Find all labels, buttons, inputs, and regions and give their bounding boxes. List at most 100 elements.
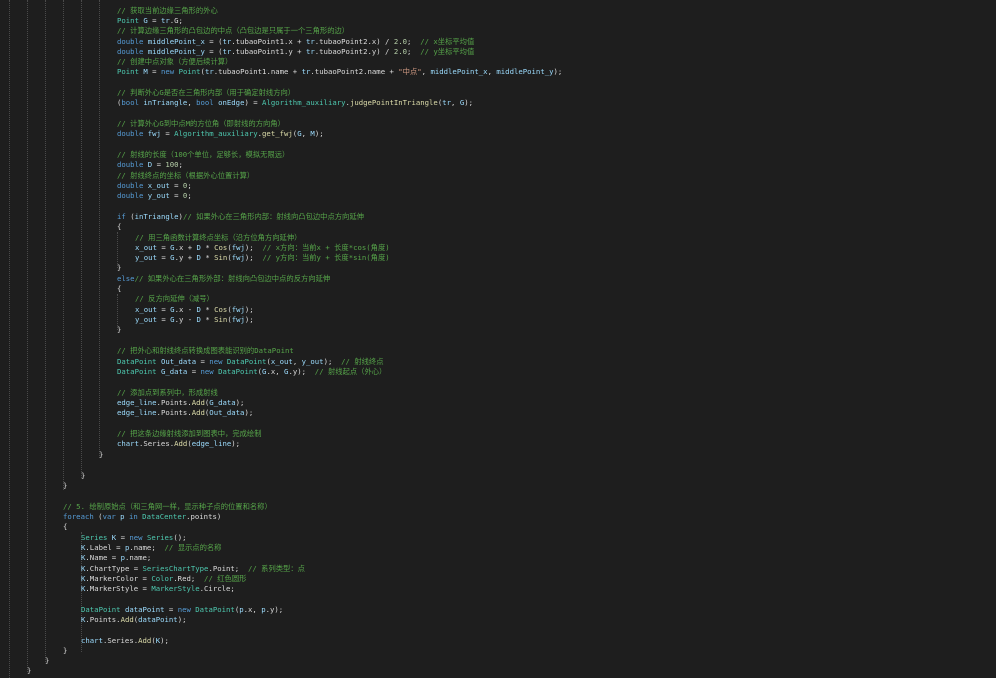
code-line[interactable]: } (117, 263, 121, 273)
code-token-plain: } (81, 471, 86, 480)
code-token-plain: = (116, 533, 130, 542)
code-line[interactable]: Point G = tr.G; (117, 16, 183, 26)
code-token-local: fwj (231, 305, 245, 314)
code-line[interactable]: // 获取当前边缘三角形的外心 (117, 6, 218, 16)
code-line[interactable]: y_out = G.y - D * Sin(fwj); (135, 315, 254, 325)
code-token-method: Cos (214, 243, 228, 252)
code-line[interactable]: edge_line.Points.Add(Out_data); (117, 408, 253, 418)
code-line[interactable]: Series K = new Series(); (81, 533, 187, 543)
code-token-plain: { (117, 284, 122, 293)
code-line[interactable]: K.Points.Add(dataPoint); (81, 615, 187, 625)
code-token-keyword: new (160, 67, 175, 76)
code-line[interactable]: if (inTriangle)// 如果外心在三角形内部：射线向凸包边中点方向延… (117, 212, 364, 222)
code-token-plain: = ( (204, 37, 223, 46)
code-line[interactable]: // 射线的长度（100个单位，足够长，模拟无限远） (117, 150, 289, 160)
code-token-plain: = (156, 305, 171, 314)
code-line[interactable]: { (117, 284, 121, 294)
code-line[interactable]: } (27, 666, 31, 676)
code-line[interactable]: y_out = G.y + D * Sin(fwj); // y方向：当前y +… (135, 253, 390, 263)
code-line[interactable]: chart.Series.Add(K); (81, 636, 169, 646)
code-token-local: fwj (231, 253, 245, 262)
code-line[interactable]: double middlePoint_x = (tr.tubaoPoint1.x… (117, 37, 474, 47)
code-line[interactable]: // 计算边缘三角形的凸包边的中点（凸包边是只属于一个三角形的边） (117, 26, 349, 36)
code-token-plain: = (156, 253, 171, 262)
code-line[interactable]: } (117, 325, 121, 335)
code-token-comment: // 用三角函数计算终点坐标（沿方位角方向延伸） (135, 233, 302, 242)
code-token-plain: = ( (204, 47, 223, 56)
code-token-method: get_fwj (262, 129, 293, 138)
code-line[interactable]: double D = 100; (117, 160, 183, 170)
code-line[interactable]: // 射线终点的坐标（根据外心位置计算） (117, 171, 254, 181)
code-line[interactable]: double y_out = 0; (117, 191, 192, 201)
code-line[interactable]: edge_line.Points.Add(G_data); (117, 398, 244, 408)
code-token-comment: // 射线终点 (341, 357, 384, 366)
code-token-plain: ); (235, 398, 245, 407)
code-token-keyword: in (128, 512, 138, 521)
code-token-plain: ; (407, 47, 421, 56)
code-line[interactable]: foreach (var p in DataCenter.points) (63, 512, 221, 522)
code-token-keyword: var (102, 512, 116, 521)
code-line[interactable]: chart.Series.Add(edge_line); (117, 439, 240, 449)
code-line[interactable]: // 创建中点对象（方便后续计算） (117, 57, 232, 67)
code-token-number: 2.0 (393, 47, 408, 56)
code-token-type: Point (117, 16, 139, 25)
code-line[interactable]: DataPoint dataPoint = new DataPoint(p.x,… (81, 605, 283, 615)
code-token-plain: * (200, 243, 215, 252)
code-line[interactable]: // 把这条边缘射线添加到图表中，完成绘制 (117, 429, 262, 439)
code-line[interactable]: } (99, 450, 103, 460)
code-token-plain: ); (314, 129, 324, 138)
code-token-plain: ); (231, 439, 241, 448)
code-line[interactable]: { (63, 522, 67, 532)
code-line[interactable]: // 计算外心G到中点M的方位角（即射线的方向角） (117, 119, 285, 129)
code-token-plain: .name; (124, 553, 152, 562)
code-line[interactable]: // 添加点到系列中，形成射线 (117, 388, 218, 398)
code-line[interactable]: K.Label = p.name; // 显示点的名称 (81, 543, 221, 553)
code-line[interactable]: double fwj = Algorithm_auxiliary.get_fwj… (117, 129, 324, 139)
code-line[interactable]: double x_out = 0; (117, 181, 192, 191)
code-token-plain: = (196, 357, 210, 366)
code-line[interactable]: K.MarkerColor = Color.Red; // 红色圆形 (81, 574, 246, 584)
code-line[interactable]: K.ChartType = SeriesChartType.Point; // … (81, 564, 305, 574)
code-token-type: DataPoint (218, 367, 258, 376)
code-line[interactable]: } (63, 481, 67, 491)
indent-guide (63, 0, 64, 490)
code-line[interactable]: x_out = G.x + D * Cos(fwj); // x方向：当前x +… (135, 243, 390, 253)
code-token-plain: .Points. (156, 408, 192, 417)
code-line[interactable]: DataPoint G_data = new DataPoint(G.x, G.… (117, 367, 386, 377)
code-line[interactable]: double middlePoint_y = (tr.tubaoPoint1.y… (117, 47, 474, 57)
code-line[interactable]: (bool inTriangle, bool onEdge) = Algorit… (117, 98, 473, 108)
code-line[interactable]: Point M = new Point(tr.tubaoPoint1.name … (117, 67, 562, 77)
code-token-keyword: new (209, 357, 223, 366)
code-token-keyword: if (117, 212, 126, 221)
code-line[interactable]: DataPoint Out_data = new DataPoint(x_out… (117, 357, 384, 367)
code-line[interactable]: // 判断外心G是否在三角形内部（用于确定射线方向） (117, 88, 295, 98)
code-line[interactable]: K.MarkerStyle = MarkerStyle.Circle; (81, 584, 235, 594)
code-token-plain: } (27, 666, 32, 675)
code-token-plain: .Series. (138, 439, 175, 448)
code-line[interactable]: // 反方向延伸（减号） (135, 294, 214, 304)
code-token-plain: .x - (174, 305, 197, 314)
code-line[interactable]: x_out = G.x - D * Cos(fwj); (135, 305, 254, 315)
code-token-type: Point (178, 67, 201, 76)
code-token-comment: // y坐标平均值 (420, 47, 475, 56)
code-line[interactable]: // 用三角函数计算终点坐标（沿方位角方向延伸） (135, 233, 301, 243)
code-line[interactable]: // 5. 绘制原始点（和三角网一样，显示种子点的位置和名称） (63, 502, 272, 512)
code-token-local: fwj (231, 315, 245, 324)
code-token-keyword: double (117, 181, 144, 190)
code-token-plain: = (152, 160, 166, 169)
code-line[interactable]: } (45, 656, 49, 666)
code-line[interactable]: } (81, 471, 85, 481)
code-token-plain: { (63, 522, 68, 531)
code-token-plain: ; (187, 181, 192, 190)
code-token-type: DataPoint (117, 367, 157, 376)
code-token-local: Out_data (209, 408, 245, 417)
code-line[interactable]: { (117, 222, 121, 232)
code-line[interactable]: else// 如果外心在三角形外部：射线向凸包边中点的反方向延伸 (117, 274, 330, 284)
code-line[interactable]: } (63, 646, 67, 656)
code-line[interactable]: // 把外心和射线终点转换成图表能识别的DataPoint (117, 346, 294, 356)
code-token-plain: .G; (169, 16, 183, 25)
code-editor[interactable]: // 获取当前边缘三角形的外心 Point G = tr.G;// 计算边缘三角形… (0, 0, 996, 678)
code-token-plain: .tubaoPoint1.y + (231, 47, 306, 56)
code-token-type: DataCenter (142, 512, 187, 521)
code-line[interactable]: K.Name = p.name; (81, 553, 151, 563)
